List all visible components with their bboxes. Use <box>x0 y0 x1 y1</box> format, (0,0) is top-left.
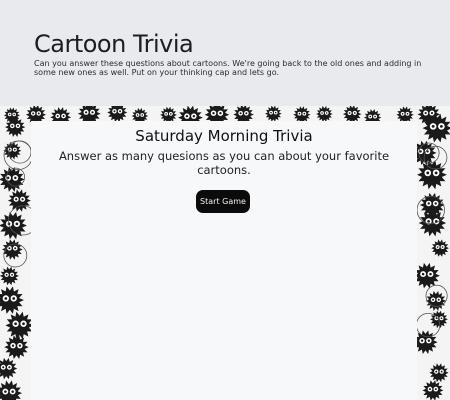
page-title: Cartoon Trivia <box>34 30 194 58</box>
page-header: Cartoon Trivia Can you answer these ques… <box>0 0 450 106</box>
soot-sprite-doodle <box>0 266 19 286</box>
soot-sprite-doodle <box>430 310 448 329</box>
soot-sprite-doodle <box>265 106 282 122</box>
soot-sprite-doodle <box>0 167 25 192</box>
soot-sprite-doodle <box>3 141 22 160</box>
soot-sprite-doodle <box>316 106 333 122</box>
soot-sprite-doodle <box>0 357 18 380</box>
soot-sprite-doodle <box>413 262 440 289</box>
soot-sprite-doodle <box>422 380 444 400</box>
card-title: Saturday Morning Trivia <box>135 127 313 145</box>
soot-sprite-doodle <box>4 335 29 359</box>
soot-sprite-doodle <box>5 311 34 340</box>
start-game-button[interactable]: Start Game <box>196 190 250 213</box>
soot-sprite-doodle <box>413 330 438 354</box>
soot-sprite-doodle <box>429 363 449 383</box>
soot-sprite-doodle <box>0 380 22 400</box>
soot-sprite-doodle <box>107 106 128 123</box>
page-description: Can you answer these questions about car… <box>34 59 422 77</box>
soot-sprite-doodle <box>7 189 31 212</box>
soot-sprite-doodle <box>1 239 23 260</box>
soot-sprite-doodle <box>425 291 447 311</box>
soot-sprite-doodle <box>0 286 24 314</box>
soot-sprite-doodle <box>431 239 449 257</box>
card-subtitle: Answer as many quesions as you can about… <box>58 149 390 177</box>
trivia-card: Saturday Morning Trivia Answer as many q… <box>31 121 417 400</box>
